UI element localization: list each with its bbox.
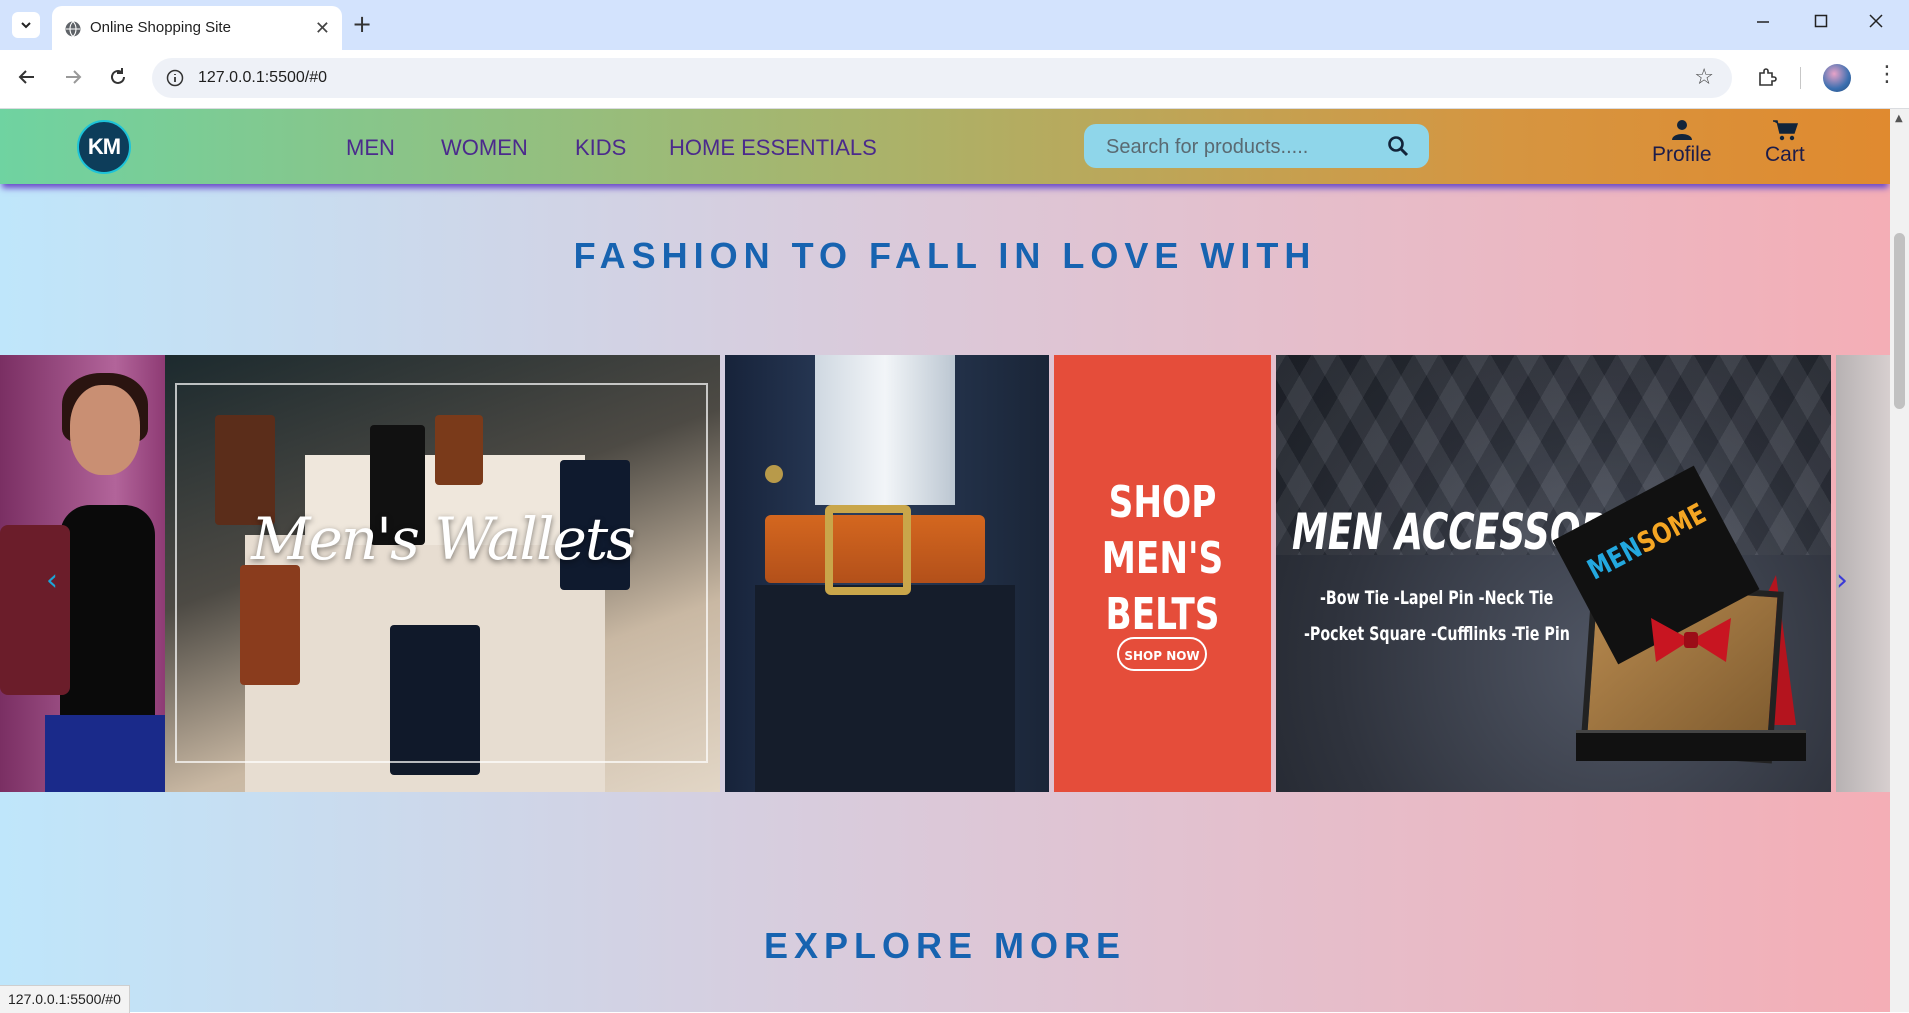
bow-tie-image [1651, 618, 1731, 662]
bookmark-star-icon[interactable]: ☆ [1694, 65, 1714, 90]
belts-slide-title: SHOP MEN'S BELTS [1101, 477, 1224, 640]
new-tab-button[interactable]: + [352, 10, 372, 38]
shirt-image [815, 355, 955, 505]
browser-toolbar: 127.0.0.1:5500/#0 ☆ ⋮ [0, 50, 1909, 109]
carousel-prev-button[interactable]: ‹ [46, 563, 58, 598]
search-icon[interactable] [1387, 135, 1409, 161]
maximize-icon[interactable] [1813, 10, 1829, 34]
minimize-icon[interactable] [1755, 10, 1771, 34]
page-scrollbar[interactable]: ▲ [1890, 109, 1909, 1012]
explore-heading: EXPLORE MORE [763, 925, 1127, 966]
slide-belt-photo[interactable] [725, 355, 1049, 792]
nav-link-kids[interactable]: KIDS [575, 135, 626, 161]
address-bar[interactable]: 127.0.0.1:5500/#0 ☆ [152, 58, 1732, 98]
close-tab-icon[interactable]: ✕ [315, 18, 330, 39]
wallets-slide-title: Men's Wallets [251, 505, 636, 573]
scroll-up-icon[interactable]: ▲ [1895, 113, 1903, 124]
more-menu-icon[interactable]: ⋮ [1876, 62, 1898, 87]
browser-tab-bar: Online Shopping Site ✕ + [0, 0, 1909, 50]
trousers-image [755, 585, 1015, 792]
accessories-line-1: -Bow Tie -Lapel Pin -Neck Tie [1320, 587, 1554, 609]
display-stand [1576, 730, 1806, 761]
profile-link[interactable]: Profile [1652, 119, 1712, 167]
url-text: 127.0.0.1:5500/#0 [198, 69, 328, 86]
profile-avatar[interactable] [1823, 64, 1851, 92]
scrollbar-thumb[interactable] [1894, 233, 1905, 409]
cart-label: Cart [1765, 143, 1805, 166]
search-input[interactable] [1104, 132, 1368, 162]
site-logo[interactable]: KM [77, 120, 131, 174]
nav-link-home-essentials[interactable]: HOME ESSENTIALS [669, 135, 877, 161]
carousel-next-button[interactable]: › [1836, 563, 1848, 598]
slide-shop-mens-belts[interactable]: SHOP MEN'S BELTS SHOP NOW [1054, 355, 1271, 792]
nav-link-men[interactable]: MEN [346, 135, 395, 161]
profile-label: Profile [1652, 143, 1712, 166]
tab-search-button[interactable] [12, 12, 40, 38]
site-header: KM MEN WOMEN KIDS HOME ESSENTIALS Profil… [0, 109, 1890, 184]
reload-icon[interactable] [107, 66, 129, 94]
site-info-icon[interactable] [166, 69, 184, 87]
slide-men-accessories[interactable]: MEN ACCESSORIES -Bow Tie -Lapel Pin -Nec… [1276, 355, 1831, 792]
shopping-cart-icon [1772, 120, 1798, 141]
extensions-icon[interactable] [1756, 66, 1778, 92]
model-face [70, 385, 140, 475]
slide-women-handbag[interactable] [0, 355, 165, 792]
user-icon [1671, 120, 1692, 140]
shop-now-button[interactable]: SHOP NOW [1117, 637, 1207, 671]
chevron-down-icon [21, 22, 31, 29]
close-window-icon[interactable] [1868, 10, 1884, 34]
page-viewport: KM MEN WOMEN KIDS HOME ESSENTIALS Profil… [0, 109, 1890, 1012]
jacket-button-image [765, 465, 783, 483]
browser-tab[interactable]: Online Shopping Site ✕ [52, 6, 342, 50]
forward-arrow-icon[interactable] [62, 66, 84, 94]
back-arrow-icon[interactable] [16, 66, 38, 94]
slide-mens-wallets[interactable]: Men's Wallets [165, 355, 720, 792]
hero-heading: FASHION TO FALL IN LOVE WITH [573, 235, 1317, 276]
tab-title: Online Shopping Site [90, 19, 231, 36]
link-status-bubble: 127.0.0.1:5500/#0 [0, 985, 130, 1013]
model-skirt [45, 715, 165, 792]
toolbar-divider [1800, 67, 1801, 89]
product-search-box [1084, 124, 1429, 168]
handbag-image [0, 525, 70, 695]
accessories-line-2: -Pocket Square -Cufflinks -Tie Pin [1304, 623, 1570, 645]
nav-link-women[interactable]: WOMEN [441, 135, 528, 161]
hero-carousel: Men's Wallets SHOP MEN'S BELTS SHOP NOW … [0, 355, 1890, 792]
cart-link[interactable]: Cart [1765, 119, 1805, 167]
belt-buckle-image [825, 505, 911, 595]
slide-frame [175, 383, 708, 763]
globe-icon [65, 21, 81, 37]
